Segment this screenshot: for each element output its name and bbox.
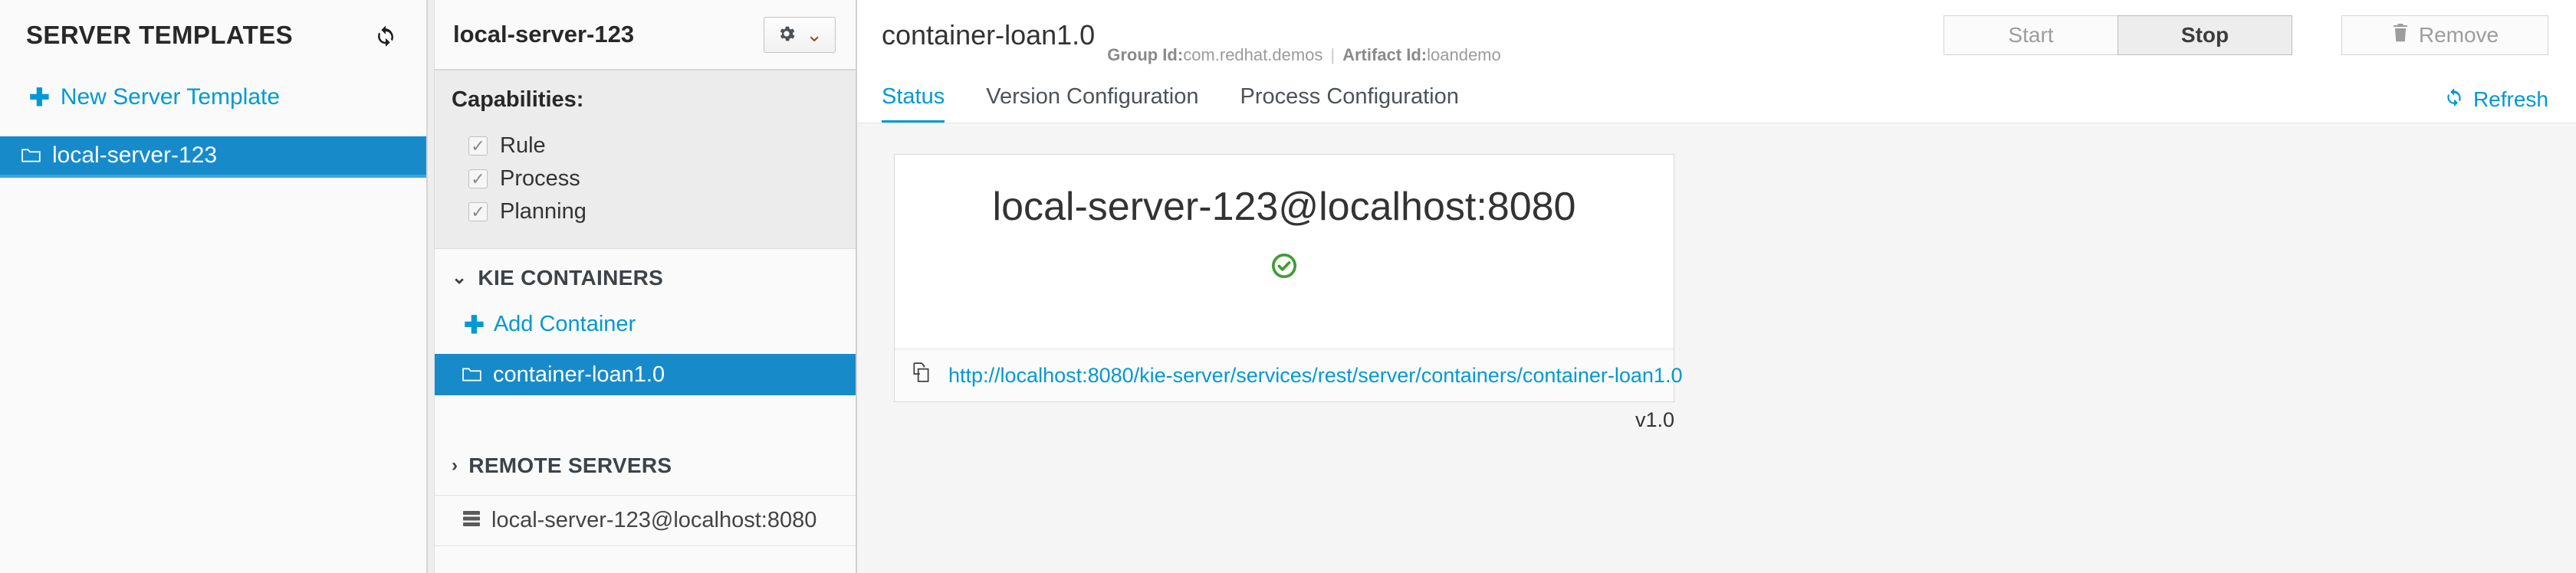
status-card-server-name: local-server-123@localhost:8080 [992, 185, 1576, 229]
capability-label-rule: Rule [500, 133, 546, 158]
remote-server-item[interactable]: local-server-123@localhost:8080 [435, 495, 856, 546]
server-detail-panel-inner: local-server-123 ⌄ Capabilities: ✓ Rule [434, 0, 857, 573]
remove-label: Remove [2418, 23, 2499, 47]
content-body: local-server-123@localhost:8080 http://l… [857, 123, 2576, 573]
remote-servers-label: REMOTE SERVERS [468, 453, 672, 477]
container-title: container-loan1.0 [882, 19, 1096, 51]
group-id-value: com.redhat.demos [1183, 45, 1323, 64]
sidebar-item-local-server-123[interactable]: local-server-123 [0, 136, 426, 178]
new-server-template-label: New Server Template [60, 84, 281, 110]
copy-icon[interactable] [912, 362, 932, 389]
trash-icon [2391, 23, 2410, 48]
chevron-down-icon: ⌄ [452, 267, 468, 288]
container-version-label: v1.0 [1635, 408, 1674, 431]
app-root: SERVER TEMPLATES ✚ New Server Template l… [0, 0, 2576, 573]
chevron-right-icon: › [452, 455, 458, 476]
server-detail-panel: local-server-123 ⌄ Capabilities: ✓ Rule [428, 0, 857, 573]
start-button[interactable]: Start [1944, 15, 2118, 55]
container-url-link[interactable]: http://localhost:8080/kie-server/service… [948, 364, 1682, 388]
panel-filler [435, 546, 856, 573]
add-container-button[interactable]: ✚ Add Container [435, 307, 856, 354]
server-settings-dropdown-button[interactable]: ⌄ [764, 16, 836, 53]
artifact-id-label: Artifact Id: [1342, 45, 1428, 64]
checkbox-rule[interactable]: ✓ [468, 136, 488, 156]
plus-icon: ✚ [464, 310, 485, 339]
sidebar-header: SERVER TEMPLATES [0, 0, 426, 70]
chevron-down-icon: ⌄ [806, 23, 823, 46]
checkbox-process[interactable]: ✓ [468, 169, 488, 188]
capability-row-rule: ✓ Rule [452, 129, 856, 162]
add-container-label: Add Container [493, 312, 636, 336]
main-content: container-loan1.0 Group Id:com.redhat.de… [857, 0, 2576, 573]
container-meta: Group Id:com.redhat.demos | Artifact Id:lo… [1107, 45, 1501, 70]
remote-server-label: local-server-123@localhost:8080 [491, 508, 817, 532]
status-card-footer: http://localhost:8080/kie-server/service… [895, 349, 1682, 401]
check-circle-icon [1271, 253, 1297, 279]
content-header: container-loan1.0 Group Id:com.redhat.de… [857, 0, 2576, 70]
tab-process-configuration[interactable]: Process Configuration [1240, 84, 1459, 123]
refresh-label: Refresh [2472, 87, 2548, 111]
kie-containers-section-header[interactable]: ⌄ KIE CONTAINERS [435, 249, 856, 307]
refresh-icon [2444, 87, 2464, 112]
sidebar-item-label: local-server-123 [52, 142, 218, 168]
status-card-body: local-server-123@localhost:8080 [895, 155, 1674, 349]
plus-icon: ✚ [29, 83, 50, 111]
start-stop-button-group: Start Stop [1944, 15, 2292, 55]
stop-button[interactable]: Stop [2118, 15, 2292, 55]
content-tabs: Status Version Configuration Process Con… [857, 70, 2576, 123]
panel-spacer [435, 395, 856, 437]
server-status-card: local-server-123@localhost:8080 http://l… [894, 154, 1682, 402]
tab-status[interactable]: Status [882, 84, 945, 123]
group-id-label: Group Id: [1107, 45, 1184, 64]
server-templates-sidebar: SERVER TEMPLATES ✚ New Server Template l… [0, 0, 428, 573]
capability-row-process: ✓ Process [452, 162, 856, 195]
server-name-heading: local-server-123 [453, 21, 635, 47]
refresh-button[interactable]: Refresh [2444, 87, 2548, 123]
capabilities-label: Capabilities: [452, 87, 584, 112]
remove-button[interactable]: Remove [2341, 15, 2548, 55]
capability-label-process: Process [500, 166, 580, 191]
tab-version-configuration[interactable]: Version Configuration [986, 84, 1198, 123]
container-item-label: container-loan1.0 [493, 362, 665, 387]
capabilities-section: Capabilities: ✓ Rule ✓ Process ✓ Plannin… [435, 70, 856, 249]
new-server-template-button[interactable]: ✚ New Server Template [0, 70, 426, 124]
checkbox-planning[interactable]: ✓ [468, 202, 488, 221]
container-item-container-loan1-0[interactable]: container-loan1.0 [435, 354, 856, 395]
capability-row-planning: ✓ Planning [452, 195, 856, 228]
server-template-list: local-server-123 [0, 136, 426, 178]
page-title: SERVER TEMPLATES [26, 21, 294, 49]
folder-icon [462, 366, 482, 383]
remote-servers-section-header[interactable]: › REMOTE SERVERS [435, 437, 856, 495]
server-detail-header: local-server-123 ⌄ [435, 0, 856, 70]
server-icon [462, 508, 481, 533]
artifact-id-value: loandemo [1427, 45, 1501, 64]
meta-separator: | [1330, 45, 1336, 64]
folder-icon [21, 147, 41, 164]
kie-containers-label: KIE CONTAINERS [478, 266, 664, 290]
gear-icon [777, 24, 797, 46]
refresh-icon[interactable] [374, 24, 397, 47]
capability-label-planning: Planning [500, 199, 586, 224]
